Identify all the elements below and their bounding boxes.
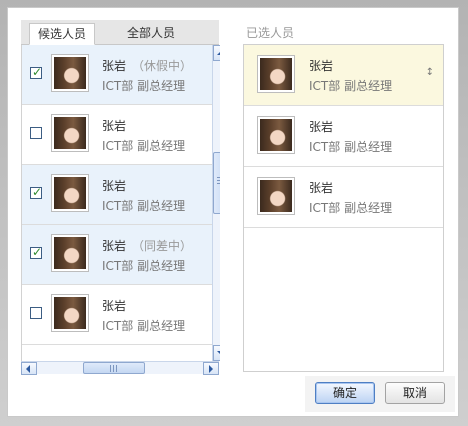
status-label: （同差中） xyxy=(132,239,193,253)
scroll-left-button[interactable] xyxy=(21,362,37,375)
candidate-list: ✓ 张岩 （休假中） ICT部 副总经理 张岩 ICT部 副总经理 ✓ 张岩 IC… xyxy=(21,45,220,361)
selected-row[interactable]: 张岩 ICT部 副总经理 xyxy=(244,106,443,167)
check-icon: ✓ xyxy=(32,65,43,79)
person-title: ICT部 副总经理 xyxy=(309,201,393,215)
dialog-footer: 确定 取消 xyxy=(305,376,455,412)
person-name: 张岩 （休假中） xyxy=(102,59,193,73)
person-name: 张岩 xyxy=(309,59,334,73)
arrow-down-icon xyxy=(217,351,220,355)
check-icon: ✓ xyxy=(32,185,43,199)
confirm-button[interactable]: 确定 xyxy=(315,382,375,404)
row-checkbox[interactable]: ✓ xyxy=(30,185,43,199)
grip-icon xyxy=(217,177,220,186)
vertical-scrollbar[interactable] xyxy=(212,45,220,361)
row-checkbox[interactable]: ✓ xyxy=(30,245,43,259)
scroll-right-button[interactable] xyxy=(203,362,219,375)
candidate-row[interactable]: ✓ 张岩 （同差中） ICT部 副总经理 xyxy=(22,225,212,285)
arrow-right-icon xyxy=(209,365,213,373)
person-title: ICT部 副总经理 xyxy=(102,79,186,93)
person-title: ICT部 副总经理 xyxy=(102,139,186,153)
person-name: 张岩 xyxy=(309,181,334,195)
candidate-row[interactable]: 张岩 ICT部 副总经理 xyxy=(22,285,212,345)
candidate-panel: 候选人员 全部人员 ✓ 张岩 （休假中） ICT部 副总经理 张岩 ICT部 副总… xyxy=(21,20,220,375)
reorder-icon[interactable]: ↕ xyxy=(426,67,435,78)
arrow-up-icon xyxy=(217,51,220,55)
horizontal-scrollbar[interactable] xyxy=(21,361,219,375)
tab-bar: 候选人员 全部人员 xyxy=(21,20,219,45)
cancel-button[interactable]: 取消 xyxy=(385,382,445,404)
person-name: 张岩 xyxy=(102,119,127,133)
row-checkbox[interactable]: ✓ xyxy=(30,65,43,79)
person-name: 张岩 xyxy=(102,299,127,313)
avatar xyxy=(51,234,89,272)
scroll-up-button[interactable] xyxy=(213,45,220,61)
tab-all-people[interactable]: 全部人员 xyxy=(111,23,191,45)
row-checkbox[interactable] xyxy=(30,127,42,139)
avatar xyxy=(51,174,89,212)
person-title: ICT部 副总经理 xyxy=(102,259,186,273)
person-name: 张岩 xyxy=(102,179,127,193)
tab-candidates[interactable]: 候选人员 xyxy=(29,23,95,45)
avatar xyxy=(51,114,89,152)
candidate-row[interactable]: 张岩 ICT部 副总经理 xyxy=(22,105,212,165)
vertical-scroll-thumb[interactable] xyxy=(213,152,220,214)
selected-heading: 已选人员 xyxy=(246,26,295,40)
selected-row[interactable]: 张岩 ICT部 副总经理 ↕ xyxy=(244,45,443,106)
avatar xyxy=(257,116,295,154)
person-title: ICT部 副总经理 xyxy=(102,319,186,333)
person-title: ICT部 副总经理 xyxy=(309,140,393,154)
avatar xyxy=(257,177,295,215)
selected-list: 张岩 ICT部 副总经理 ↕ 张岩 ICT部 副总经理 张岩 ICT部 副总经理 xyxy=(243,44,444,372)
check-icon: ✓ xyxy=(32,245,43,259)
horizontal-scroll-thumb[interactable] xyxy=(83,362,145,374)
scroll-down-button[interactable] xyxy=(213,345,220,361)
person-name: 张岩 （同差中） xyxy=(102,239,193,253)
row-checkbox[interactable] xyxy=(30,307,42,319)
candidate-row[interactable]: ✓ 张岩 ICT部 副总经理 xyxy=(22,165,212,225)
person-title: ICT部 副总经理 xyxy=(102,199,186,213)
select-people-dialog: 候选人员 全部人员 ✓ 张岩 （休假中） ICT部 副总经理 张岩 ICT部 副总… xyxy=(7,7,459,417)
status-label: （休假中） xyxy=(132,59,193,73)
avatar xyxy=(51,294,89,332)
selected-row[interactable]: 张岩 ICT部 副总经理 xyxy=(244,167,443,228)
arrow-left-icon xyxy=(26,365,30,373)
person-title: ICT部 副总经理 xyxy=(309,79,393,93)
avatar xyxy=(51,54,89,92)
person-name: 张岩 xyxy=(309,120,334,134)
candidate-row[interactable]: ✓ 张岩 （休假中） ICT部 副总经理 xyxy=(22,45,212,105)
avatar xyxy=(257,55,295,93)
grip-icon xyxy=(110,365,119,372)
